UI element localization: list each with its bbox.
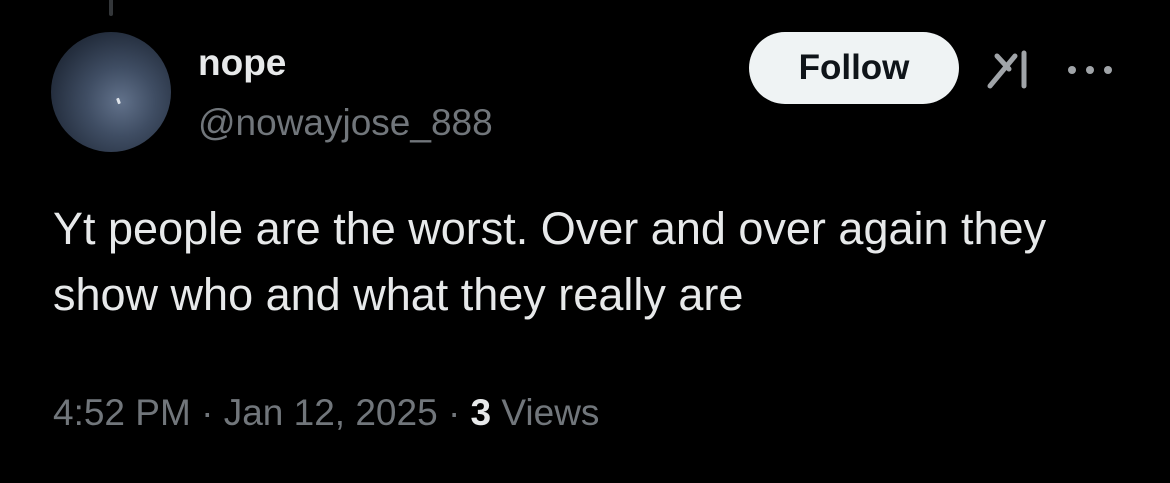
- meta-separator: ·: [447, 392, 461, 433]
- meta-separator: ·: [201, 392, 214, 433]
- tweet-metadata: 4:52 PM · Jan 12, 2025 · 3 Views: [53, 388, 599, 438]
- tweet-time[interactable]: 4:52 PM: [53, 392, 191, 433]
- views-count: 3: [470, 392, 492, 433]
- thread-connector-line: [109, 0, 113, 16]
- author-handle[interactable]: @nowayjose_888: [198, 100, 493, 146]
- follow-button[interactable]: Follow: [749, 32, 959, 104]
- views-label: Views: [501, 392, 600, 433]
- more-dots-icon[interactable]: [1066, 60, 1114, 80]
- tweet-text: Yt people are the worst. Over and over a…: [53, 203, 1047, 320]
- author-display-name[interactable]: nope: [198, 40, 286, 86]
- avatar[interactable]: [51, 32, 171, 152]
- grok-icon[interactable]: [987, 50, 1037, 90]
- tweet-date[interactable]: Jan 12, 2025: [224, 392, 438, 433]
- avatar-highlight: [116, 97, 121, 105]
